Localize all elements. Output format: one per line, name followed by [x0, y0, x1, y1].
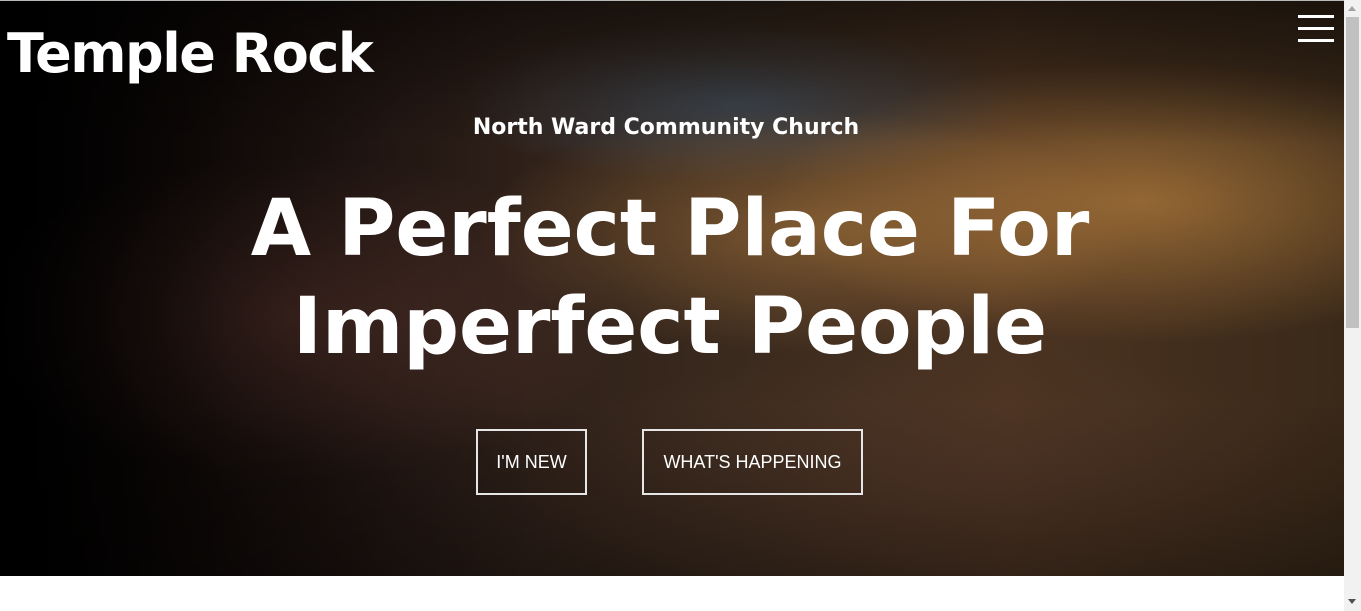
vertical-scrollbar[interactable]	[1344, 0, 1361, 611]
whats-happening-button[interactable]: WHAT'S HAPPENING	[642, 429, 863, 495]
top-border	[0, 0, 1344, 1]
scroll-down-arrow-icon[interactable]	[1348, 599, 1356, 604]
headline-line-1: A Perfect Place For	[250, 184, 1090, 274]
hamburger-menu-icon[interactable]	[1298, 14, 1334, 44]
content-area	[0, 576, 1344, 611]
headline-line-2: Imperfect People	[292, 282, 1048, 372]
menu-line	[1298, 27, 1334, 30]
site-logo[interactable]: Temple Rock	[7, 22, 374, 85]
scrollbar-thumb[interactable]	[1346, 17, 1359, 328]
scroll-up-arrow-icon[interactable]	[1348, 6, 1356, 11]
hero-subtitle: North Ward Community Church	[472, 115, 860, 140]
im-new-button[interactable]: I'M NEW	[476, 429, 587, 495]
page: Temple Rock North Ward Community Church …	[0, 0, 1361, 611]
hero-headline: A Perfect Place For Imperfect People	[0, 180, 1340, 376]
hero-section: Temple Rock North Ward Community Church …	[0, 0, 1344, 576]
menu-line	[1298, 15, 1334, 18]
menu-line	[1298, 39, 1334, 42]
